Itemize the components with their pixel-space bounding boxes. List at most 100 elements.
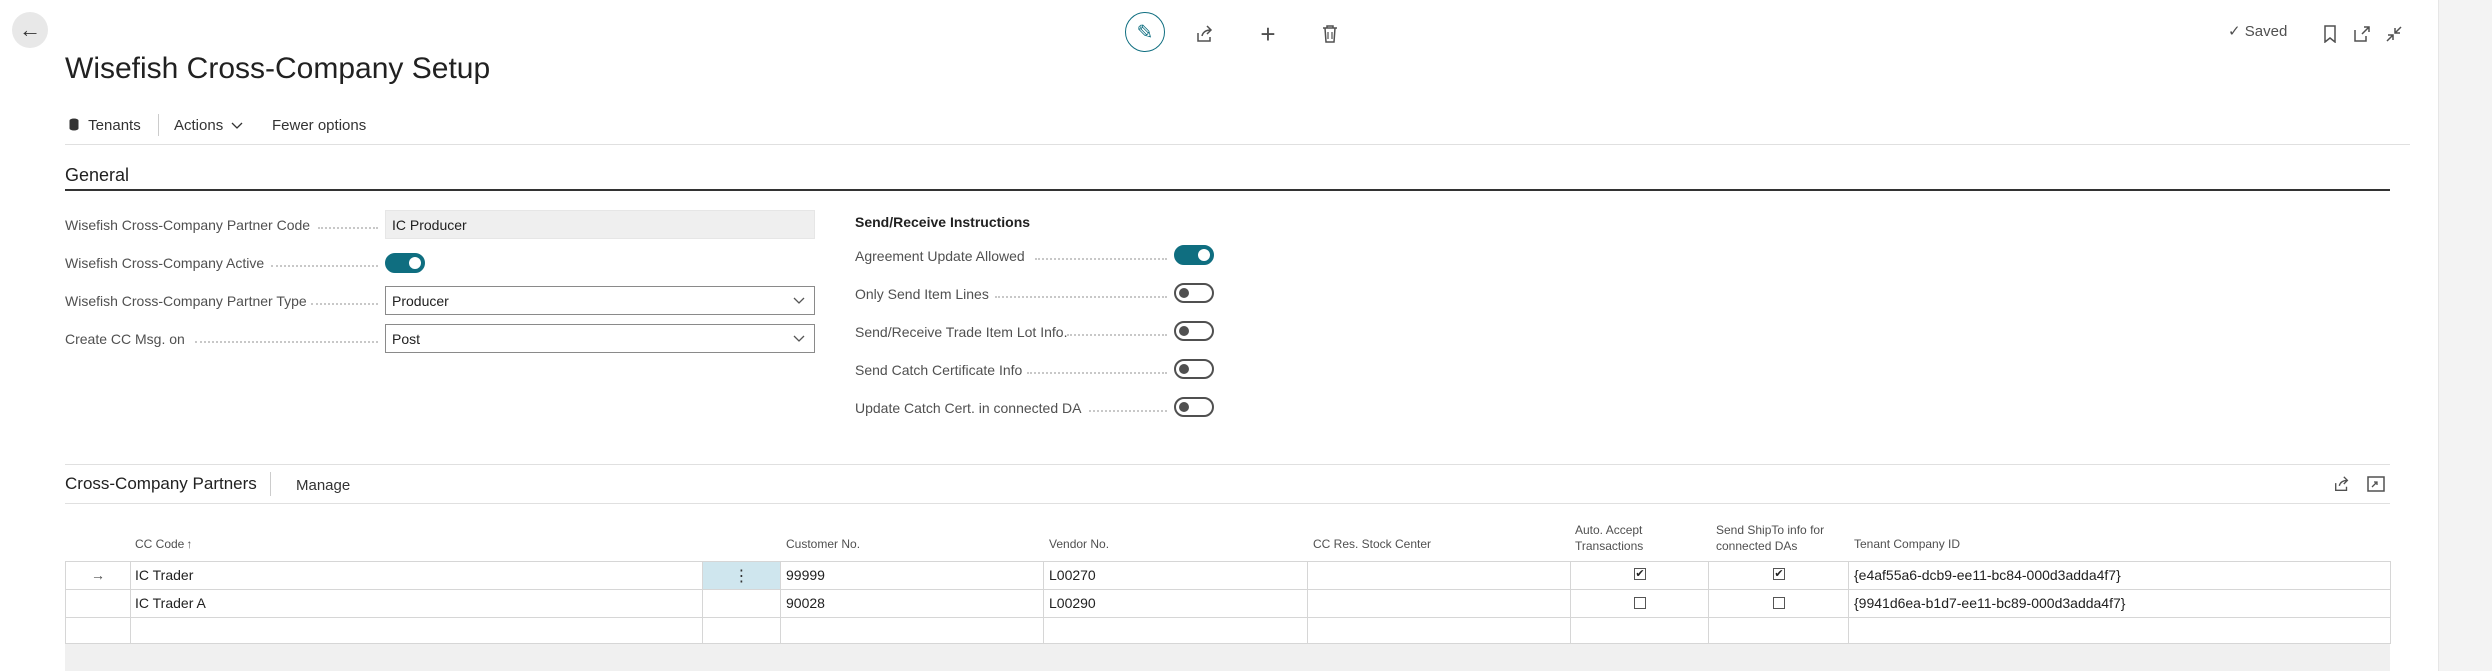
grid-footer-area [65, 644, 2390, 671]
partners-separator [270, 472, 271, 496]
edit-button[interactable]: ✎ [1125, 12, 1165, 52]
col-header-send-shipto[interactable]: Send ShipTo info for connected DAs [1716, 522, 1824, 554]
send-shipto-checkbox[interactable] [1773, 597, 1785, 609]
auto-accept-checkbox[interactable] [1634, 597, 1646, 609]
update-catch-cert-label: Update Catch Cert. in connected DA [855, 400, 1082, 416]
right-side-panel [2438, 0, 2492, 671]
catch-certificate-label: Send Catch Certificate Info [855, 362, 1023, 378]
cell-tenant-id[interactable]: {e4af55a6-dcb9-ee11-bc84-000d3adda4f7} [1854, 567, 2121, 583]
saved-status: ✓ Saved [2228, 23, 2288, 40]
col-header-tenant-id[interactable]: Tenant Company ID [1854, 536, 1960, 552]
active-label: Wisefish Cross-Company Active [65, 255, 265, 271]
action-separator [158, 114, 159, 136]
general-section-divider [65, 189, 2390, 191]
grid-col-line [1848, 561, 1849, 644]
bookmark-icon [2324, 25, 2336, 43]
partners-title[interactable]: Cross-Company Partners [65, 474, 257, 494]
col-header-stock-center[interactable]: CC Res. Stock Center [1313, 536, 1431, 552]
col-header-customer-no[interactable]: Customer No. [786, 536, 860, 552]
cell-vendor-no[interactable]: L00290 [1049, 595, 1096, 611]
leader-dots [271, 265, 378, 267]
cell-tenant-id[interactable]: {9941d6ea-b1d7-ee11-bc89-000d3adda4f7} [1854, 595, 2125, 611]
share-icon [1197, 25, 1213, 42]
trash-icon [1323, 25, 1337, 43]
agreement-update-toggle[interactable] [1174, 245, 1214, 265]
active-toggle[interactable] [385, 253, 425, 273]
create-msg-select[interactable]: Post [385, 324, 815, 353]
row-action-menu-button[interactable]: ⋮ [703, 562, 780, 589]
actions-menu[interactable]: Actions [174, 117, 243, 134]
collapse-button[interactable] [2376, 16, 2412, 52]
trade-item-lot-label: Send/Receive Trade Item Lot Info. [855, 324, 1068, 340]
chevron-down-icon [793, 335, 805, 342]
update-catch-cert-toggle[interactable] [1174, 397, 1214, 417]
chevron-down-icon [793, 297, 805, 304]
back-button[interactable]: ← [12, 12, 48, 48]
delete-button[interactable] [1312, 16, 1348, 52]
grid-col-line [2390, 561, 2391, 644]
create-msg-label: Create CC Msg. on [65, 331, 185, 347]
only-send-item-lines-toggle[interactable] [1174, 283, 1214, 303]
table-row-empty[interactable] [65, 618, 2390, 644]
leader-dots [318, 227, 378, 229]
bookmark-button[interactable] [2312, 16, 2348, 52]
pencil-icon: ✎ [1136, 21, 1154, 44]
cell-customer-no[interactable]: 90028 [786, 595, 825, 611]
send-receive-heading: Send/Receive Instructions [855, 214, 1031, 230]
col-header-cc-code[interactable]: CC Code ↑ [135, 536, 192, 552]
share-button[interactable] [1187, 16, 1223, 52]
col-header-vendor-no[interactable]: Vendor No. [1049, 536, 1109, 552]
leader-dots [1027, 372, 1167, 374]
cell-customer-no[interactable]: 99999 [786, 567, 825, 583]
partners-bar-divider [65, 503, 2390, 504]
fewer-options-button[interactable]: Fewer options [272, 117, 366, 134]
grid-col-line [1043, 561, 1044, 644]
send-shipto-checkbox[interactable]: ✔ [1773, 568, 1785, 580]
collapse-icon [2386, 26, 2402, 42]
action-bar: Tenants Actions Fewer options [65, 106, 2410, 145]
partner-type-select[interactable]: Producer [385, 286, 815, 315]
leader-dots [311, 303, 378, 305]
expand-icon [2367, 476, 2385, 492]
general-section-title[interactable]: General [65, 165, 129, 186]
grid-col-line [780, 561, 781, 644]
grid-col-line [1708, 561, 1709, 644]
partners-top-divider [65, 464, 2390, 465]
grid-col-line [130, 561, 131, 644]
new-button[interactable]: + [1250, 16, 1286, 52]
check-icon: ✓ [2228, 23, 2241, 40]
leader-dots [195, 341, 378, 343]
manage-menu[interactable]: Manage [296, 477, 350, 494]
plus-icon: + [1260, 18, 1276, 49]
arrow-left-icon: ← [19, 17, 41, 42]
agreement-update-label: Agreement Update Allowed [855, 248, 1025, 264]
leader-dots [995, 296, 1167, 298]
partners-share-button[interactable] [2324, 466, 2360, 502]
open-new-window-button[interactable] [2344, 16, 2380, 52]
partner-type-label: Wisefish Cross-Company Partner Type [65, 293, 307, 309]
leader-dots [1089, 410, 1167, 412]
database-icon [69, 118, 79, 131]
partner-code-label: Wisefish Cross-Company Partner Code [65, 217, 311, 233]
cell-cc-code[interactable]: IC Trader A [135, 595, 206, 611]
current-row-arrow-icon: → [91, 567, 105, 583]
leader-dots [1067, 334, 1167, 336]
auto-accept-checkbox[interactable]: ✔ [1634, 568, 1646, 580]
trade-item-lot-toggle[interactable] [1174, 321, 1214, 341]
partners-expand-button[interactable] [2358, 466, 2394, 502]
grid-col-line [1307, 561, 1308, 644]
open-new-window-icon [2354, 26, 2370, 42]
tenants-action[interactable]: Tenants [69, 117, 141, 134]
only-send-item-lines-label: Only Send Item Lines [855, 286, 989, 302]
leader-dots [1035, 258, 1167, 260]
chevron-down-icon [231, 122, 243, 129]
catch-certificate-toggle[interactable] [1174, 359, 1214, 379]
grid-col-line [1570, 561, 1571, 644]
grid-col-line [65, 561, 66, 644]
cell-vendor-no[interactable]: L00270 [1049, 567, 1096, 583]
share-icon [2335, 476, 2349, 491]
cell-cc-code[interactable]: IC Trader [135, 567, 193, 583]
page-title: Wisefish Cross-Company Setup [65, 52, 491, 85]
col-header-auto-accept[interactable]: Auto. Accept Transactions [1575, 522, 1643, 554]
partner-code-field[interactable]: IC Producer [385, 210, 815, 239]
